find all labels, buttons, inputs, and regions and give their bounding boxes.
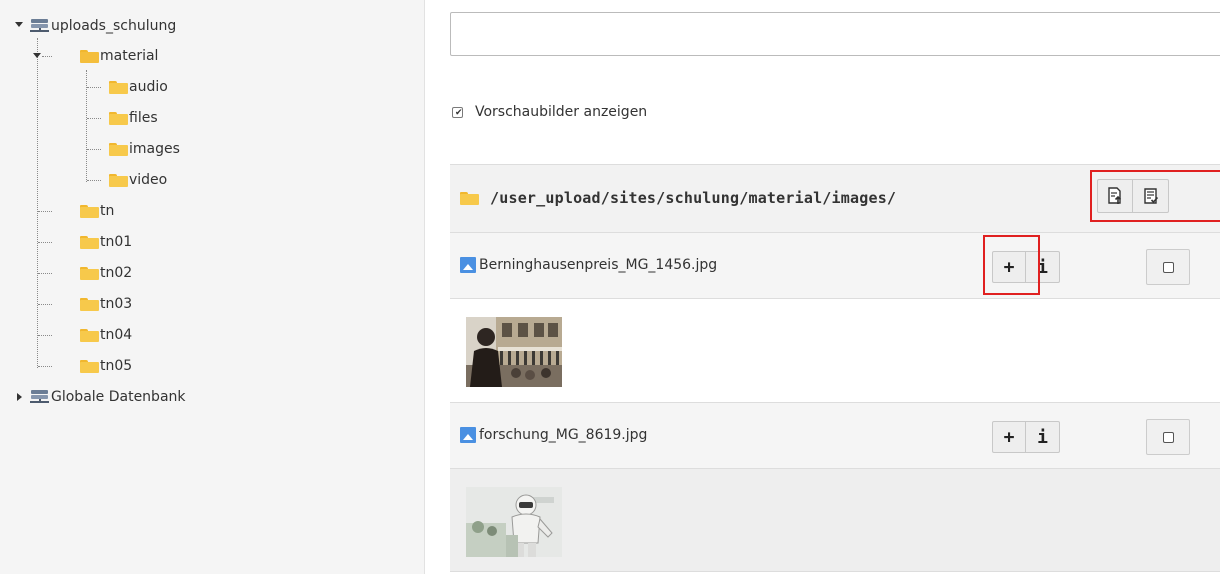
tree-node-label[interactable]: video xyxy=(129,172,167,188)
tree-node-tn01[interactable]: tn01 xyxy=(80,230,132,254)
folder-icon xyxy=(80,328,99,342)
thumbnail-row xyxy=(450,468,1220,572)
tree-guide-line xyxy=(38,211,52,212)
file-row[interactable]: Berninghausenpreis_MG_1456.jpg + i xyxy=(450,232,1220,298)
tree-guide-line xyxy=(38,273,52,274)
folder-icon xyxy=(460,191,479,205)
folder-icon xyxy=(109,173,128,187)
tree-guide-line xyxy=(38,335,52,336)
tree-node-tn02[interactable]: tn02 xyxy=(80,261,132,285)
tree-guide-line xyxy=(87,87,101,88)
folder-icon xyxy=(80,297,99,311)
folder-icon xyxy=(80,204,99,218)
file-info-button[interactable]: i xyxy=(1026,421,1060,453)
select-files-button[interactable] xyxy=(1133,179,1169,213)
file-name[interactable]: forschung_MG_8619.jpg xyxy=(479,427,647,443)
tree-guide-line xyxy=(38,242,52,243)
tree-guide-line xyxy=(87,180,101,181)
file-info-button[interactable]: i xyxy=(1026,251,1060,283)
collapse-caret-icon[interactable] xyxy=(15,22,23,27)
tree-guide-line xyxy=(42,56,52,57)
tree-node-video[interactable]: video xyxy=(109,168,167,192)
tree-node-label[interactable]: material xyxy=(100,48,158,64)
tree-node-label[interactable]: Globale Datenbank xyxy=(51,389,186,405)
tree-guide-line xyxy=(38,304,52,305)
checkmark-icon: ✔ xyxy=(455,107,463,118)
checkbox-square-icon xyxy=(1162,431,1174,443)
checkbox-square-icon xyxy=(1162,261,1174,273)
add-file-button[interactable]: + xyxy=(992,421,1026,453)
file-row[interactable]: forschung_MG_8619.jpg + i xyxy=(450,402,1220,468)
tree-node-tn05[interactable]: tn05 xyxy=(80,354,132,378)
tree-node-label[interactable]: audio xyxy=(129,79,168,95)
upload-file-button[interactable] xyxy=(1097,179,1133,213)
tree-node-label[interactable]: tn01 xyxy=(100,234,132,250)
tree-node-label[interactable]: tn05 xyxy=(100,358,132,374)
folder-icon xyxy=(109,80,128,94)
image-thumbnail[interactable] xyxy=(466,487,562,557)
search-input[interactable] xyxy=(450,12,1220,56)
folder-icon xyxy=(80,235,99,249)
tree-node-audio[interactable]: audio xyxy=(109,75,168,99)
photo-robot-icon xyxy=(466,487,562,557)
photo-building-crowd-icon xyxy=(466,317,562,387)
folder-open-icon xyxy=(80,49,99,63)
image-thumbnail[interactable] xyxy=(466,317,562,387)
tree-node-label[interactable]: tn02 xyxy=(100,265,132,281)
tree-node-uploads-schulung[interactable]: uploads_schulung xyxy=(30,14,176,38)
file-name[interactable]: Berninghausenpreis_MG_1456.jpg xyxy=(479,257,717,273)
tree-node-tn03[interactable]: tn03 xyxy=(80,292,132,316)
preview-toggle[interactable]: ✔ Vorschaubilder anzeigen xyxy=(452,104,647,120)
tree-node-material[interactable]: material xyxy=(80,44,158,68)
preview-checkbox-label[interactable]: Vorschaubilder anzeigen xyxy=(475,104,647,120)
server-icon xyxy=(30,19,49,33)
folder-icon xyxy=(109,111,128,125)
folder-icon xyxy=(80,359,99,373)
folder-path: /user_upload/sites/schulung/material/ima… xyxy=(490,189,897,207)
tree-node-tn04[interactable]: tn04 xyxy=(80,323,132,347)
thumbnail-row xyxy=(450,298,1220,402)
tree-node-images[interactable]: images xyxy=(109,137,180,161)
folder-icon xyxy=(109,142,128,156)
tree-guide-line xyxy=(87,149,101,150)
tree-guide-line xyxy=(38,366,52,367)
select-files-icon xyxy=(1143,188,1158,204)
server-icon xyxy=(30,390,49,404)
folder-tree: uploads_schulung material audio files im… xyxy=(0,0,425,574)
tree-node-label[interactable]: uploads_schulung xyxy=(51,18,176,34)
tree-node-label[interactable]: tn xyxy=(100,203,114,219)
file-browser-main: ✔ Vorschaubilder anzeigen /user_upload/s… xyxy=(426,0,1220,574)
preview-checkbox[interactable]: ✔ xyxy=(452,106,463,118)
tree-node-label[interactable]: tn03 xyxy=(100,296,132,312)
tree-node-tn[interactable]: tn xyxy=(80,199,114,223)
collapse-caret-icon[interactable] xyxy=(33,53,41,58)
select-file-checkbox[interactable] xyxy=(1146,249,1190,285)
select-file-checkbox[interactable] xyxy=(1146,419,1190,455)
image-file-icon xyxy=(460,427,476,443)
tree-node-globale-datenbank[interactable]: Globale Datenbank xyxy=(30,385,186,409)
expand-caret-icon[interactable] xyxy=(17,393,22,401)
tree-guide-line xyxy=(37,38,38,368)
add-file-button[interactable]: + xyxy=(992,251,1026,283)
tree-node-label[interactable]: files xyxy=(129,110,158,126)
tree-guide-line xyxy=(87,118,101,119)
folder-header-row: /user_upload/sites/schulung/material/ima… xyxy=(450,164,1220,232)
image-file-icon xyxy=(460,257,476,273)
tree-node-label[interactable]: tn04 xyxy=(100,327,132,343)
tree-node-files[interactable]: files xyxy=(109,106,158,130)
upload-file-icon xyxy=(1108,187,1122,204)
folder-icon xyxy=(80,266,99,280)
tree-node-label[interactable]: images xyxy=(129,141,180,157)
